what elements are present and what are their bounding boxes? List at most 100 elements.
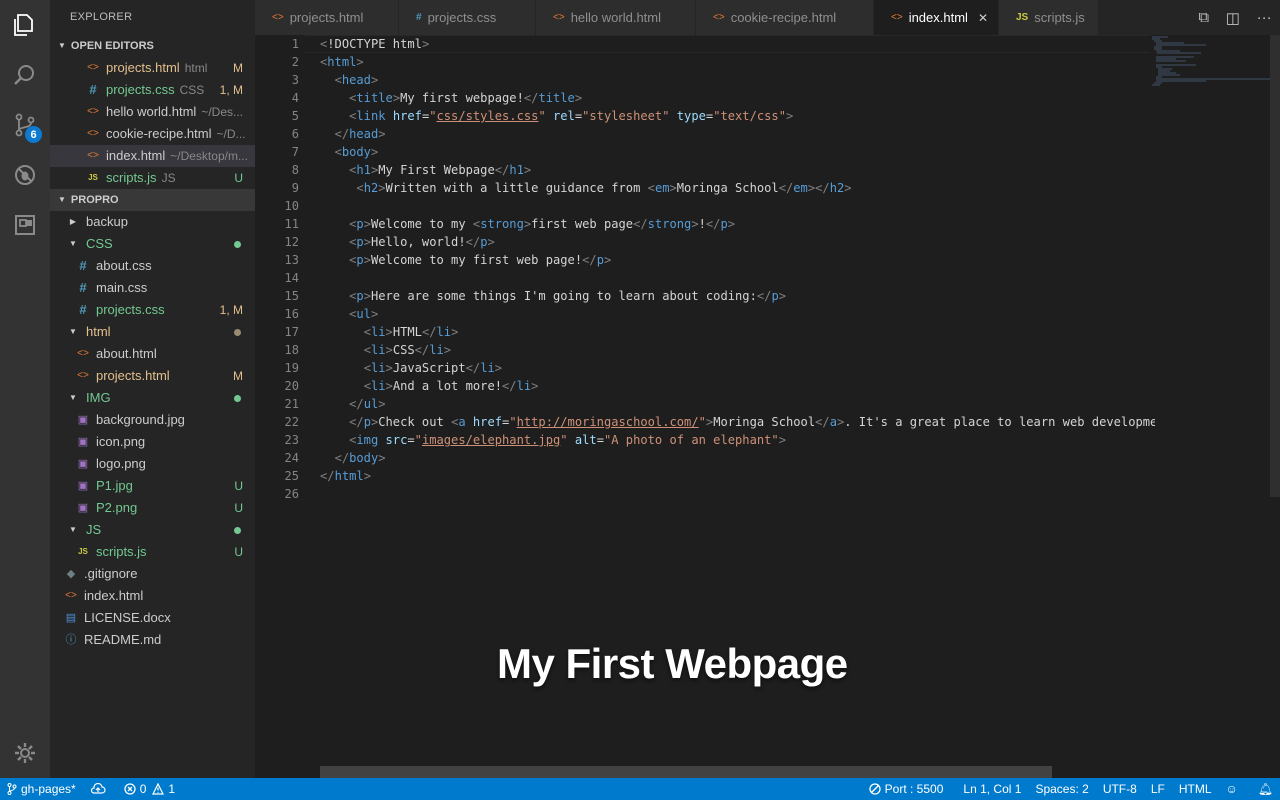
cloud-upload-icon	[90, 783, 106, 794]
file-name: P1.jpg	[96, 478, 133, 493]
code-content[interactable]: <!DOCTYPE html> <html> <head> <title>My …	[320, 35, 1155, 503]
code-editor[interactable]: 1 2 3 4 5 6 7 8 9 10 11 12 13 14 15 16 17 18 19 20 21 22 23 24 2…	[255, 35, 1280, 778]
editor-tab[interactable]: <> hello world.html	[536, 0, 696, 35]
tree-folder[interactable]: ▼ CSS	[50, 233, 255, 255]
encoding[interactable]: UTF-8	[1096, 778, 1144, 800]
css-file-icon: #	[416, 12, 422, 23]
file-name: projects.html	[106, 60, 180, 75]
vscode-window: 6 EXPLORER ▼ OPEN EDITORS <> projects.htm…	[0, 0, 1280, 800]
code-line: </body>	[334, 451, 386, 465]
html-file-icon: <>	[77, 348, 89, 359]
open-editor-item[interactable]: <> index.html ~/Desktop/m...	[50, 145, 255, 167]
tree-file[interactable]: JS scripts.js U	[50, 541, 255, 563]
css-file-icon: #	[89, 82, 97, 97]
gitignore-file-icon: ◆	[66, 568, 76, 580]
open-editor-item[interactable]: <> projects.html html M	[50, 57, 255, 79]
tree-file[interactable]: <> projects.html M	[50, 365, 255, 387]
line-number: 24	[284, 451, 299, 465]
file-name: background.jpg	[96, 412, 185, 427]
warning-icon	[152, 783, 165, 795]
file-name: hello world.html	[106, 104, 197, 119]
tab-label: projects.css	[427, 10, 497, 25]
more-actions-icon[interactable]: ···	[1257, 9, 1272, 26]
tree-file[interactable]: ▣ icon.png	[50, 431, 255, 453]
tree-file[interactable]: ▣ background.jpg	[50, 409, 255, 431]
sync-button[interactable]	[83, 778, 117, 800]
file-name: .gitignore	[84, 566, 138, 581]
horizontal-scrollbar[interactable]	[320, 766, 1052, 778]
line-number: 21	[284, 397, 299, 411]
tree-file[interactable]: # projects.css 1, M	[50, 299, 255, 321]
code-line: <h1>My First Webpage</h1>	[349, 163, 532, 177]
open-editors-header[interactable]: ▼ OPEN EDITORS	[50, 35, 255, 57]
tree-folder[interactable]: ▼ IMG	[50, 387, 255, 409]
settings-gear-icon[interactable]	[0, 728, 50, 778]
open-editor-item[interactable]: # projects.css CSS 1, M	[50, 79, 255, 101]
tree-file[interactable]: ▤ LICENSE.docx	[50, 607, 255, 629]
git-status-badge: M	[233, 61, 243, 75]
line-number: 1	[291, 37, 299, 51]
notifications-bell-icon[interactable]: 🔔︎	[1251, 778, 1280, 800]
status-bar: gh-pages* 0 1 Port : 5500 Ln 1, Col 1 Sp…	[0, 778, 1280, 800]
open-editor-item[interactable]: JS scripts.js JS U	[50, 167, 255, 189]
tree-folder[interactable]: ▼ html	[50, 321, 255, 343]
folder-status-dot	[234, 527, 241, 534]
vertical-scrollbar[interactable]	[1270, 35, 1280, 497]
code-line: <p>Welcome to my first web page!</p>	[349, 253, 612, 267]
tree-file[interactable]: <> index.html	[50, 585, 255, 607]
tree-file[interactable]: ▣ P2.png U	[50, 497, 255, 519]
branch-icon	[7, 783, 17, 795]
open-editor-item[interactable]: <> cookie-recipe.html ~/D...	[50, 123, 255, 145]
editor-tab[interactable]: <> projects.html	[255, 0, 399, 35]
line-number: 5	[291, 109, 299, 123]
problems-indicator[interactable]: 0 1	[117, 778, 182, 800]
explorer-icon[interactable]	[0, 0, 50, 50]
extensions-icon[interactable]	[0, 200, 50, 250]
tree-file[interactable]: ▣ logo.png	[50, 453, 255, 475]
branch-indicator[interactable]: gh-pages*	[0, 778, 83, 800]
indentation[interactable]: Spaces: 2	[1028, 778, 1095, 800]
chevron-down-icon: ▼	[69, 393, 77, 402]
html-file-icon: <>	[891, 12, 903, 23]
minimap[interactable]	[1150, 35, 1270, 95]
tree-folder[interactable]: ▼ JS	[50, 519, 255, 541]
close-icon[interactable]: ✕	[978, 11, 988, 25]
source-control-icon[interactable]: 6	[0, 100, 50, 150]
code-line: <img src="images/elephant.jpg" alt="A ph…	[349, 433, 786, 447]
split-editor-icon[interactable]: ◫	[1226, 9, 1240, 27]
line-number: 14	[284, 271, 299, 285]
editor-tab[interactable]: <> index.html ✕	[874, 0, 999, 35]
chevron-down-icon: ▼	[58, 41, 66, 50]
tree-folder[interactable]: ▶ backup	[50, 211, 255, 233]
line-number: 7	[291, 145, 299, 159]
line-number: 19	[284, 361, 299, 375]
live-server-port[interactable]: Port : 5500	[862, 778, 951, 800]
editor-tab[interactable]: JS scripts.js	[999, 0, 1099, 35]
explorer-sidebar: EXPLORER ▼ OPEN EDITORS <> projects.html h…	[50, 0, 255, 778]
code-line: <li>And a lot more!</li>	[363, 379, 539, 393]
code-line: </head>	[334, 127, 386, 141]
open-preview-icon[interactable]: ⧉	[1198, 9, 1209, 26]
feedback-smiley-icon[interactable]: ☺	[1219, 778, 1245, 800]
debug-icon[interactable]	[0, 150, 50, 200]
file-name: cookie-recipe.html	[106, 126, 212, 141]
tree-file[interactable]: <> about.html	[50, 343, 255, 365]
line-number: 10	[284, 199, 299, 213]
editor-tab[interactable]: # projects.css	[399, 0, 536, 35]
cursor-position[interactable]: Ln 1, Col 1	[956, 778, 1028, 800]
search-icon[interactable]	[0, 50, 50, 100]
end-of-line[interactable]: LF	[1144, 778, 1172, 800]
tree-file[interactable]: ▣ P1.jpg U	[50, 475, 255, 497]
editor-tab[interactable]: <> cookie-recipe.html	[696, 0, 874, 35]
tree-file[interactable]: ◆ .gitignore	[50, 563, 255, 585]
image-file-icon: ▣	[77, 436, 89, 448]
project-header[interactable]: ▼ PROPRO	[50, 189, 255, 211]
file-name: html	[86, 324, 111, 339]
file-name: JS	[86, 522, 102, 537]
open-editor-item[interactable]: <> hello world.html ~/Des...	[50, 101, 255, 123]
tree-file[interactable]: ⓘ README.md	[50, 629, 255, 651]
css-file-icon: #	[79, 258, 87, 273]
language-mode[interactable]: HTML	[1172, 778, 1219, 800]
tree-file[interactable]: # about.css	[50, 255, 255, 277]
tree-file[interactable]: # main.css	[50, 277, 255, 299]
